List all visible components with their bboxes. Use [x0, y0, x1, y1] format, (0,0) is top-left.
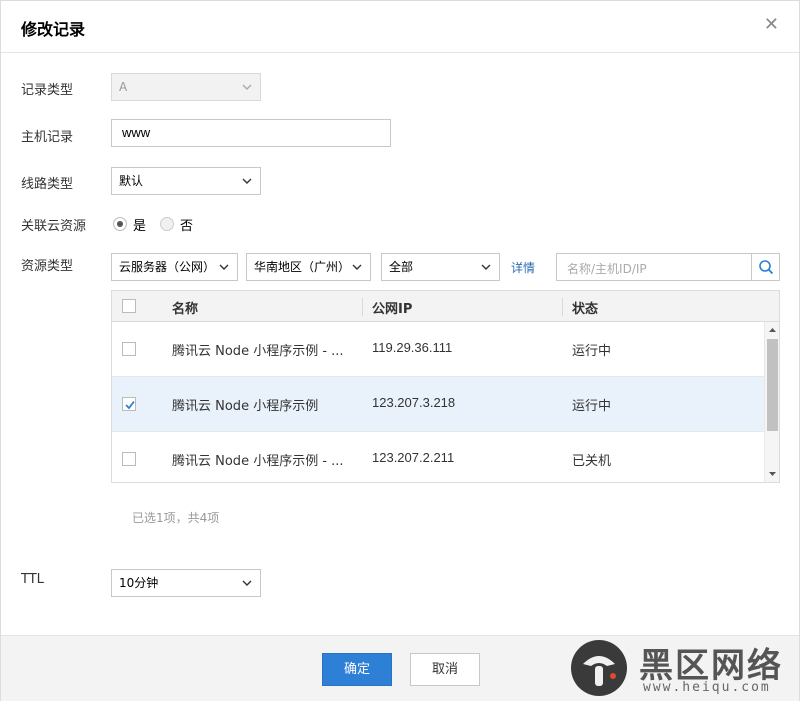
link-resource-label: 关联云资源 [21, 219, 87, 234]
record-type-value: A [119, 80, 128, 94]
resource-type-label: 资源类型 [21, 259, 74, 274]
ttl-label: TTL [21, 572, 44, 587]
row-checkbox[interactable] [122, 342, 136, 356]
header-ip: 公网IP [372, 302, 413, 317]
chevron-down-icon [481, 264, 491, 270]
check-icon [125, 400, 135, 410]
chevron-down-icon [242, 84, 252, 90]
host-record-input[interactable]: www [111, 119, 391, 147]
table-row[interactable]: 腾讯云 Node 小程序示例 - ... 119.29.36.111 运行中 [112, 322, 764, 377]
header-status: 状态 [572, 302, 599, 317]
watermark-url: www.heiqu.com [643, 680, 771, 695]
ttl-value: 10分钟 [119, 576, 159, 590]
header-divider [562, 298, 563, 316]
radio-no-label: 否 [180, 218, 194, 234]
status-filter-select[interactable]: 全部 [381, 253, 500, 281]
record-type-select[interactable]: A [111, 73, 261, 101]
row-name: 腾讯云 Node 小程序示例 [172, 399, 319, 414]
radio-no[interactable]: 否 [160, 215, 193, 234]
region-value: 华南地区（广州） [254, 260, 351, 274]
cancel-button[interactable]: 取消 [410, 653, 480, 686]
row-name: 腾讯云 Node 小程序示例 - ... [172, 344, 344, 359]
close-icon[interactable]: ✕ [764, 15, 779, 35]
watermark: 黑区网络 www.heiqu.com [567, 636, 797, 700]
service-type-value: 云服务器（公网） [119, 260, 216, 274]
chevron-down-icon [242, 580, 252, 586]
line-type-select[interactable]: 默认 [111, 167, 261, 195]
scroll-down-icon[interactable] [765, 468, 780, 480]
resource-table: 名称 公网IP 状态 腾讯云 Node 小程序示例 - ... 119.29.3… [111, 290, 780, 483]
confirm-button[interactable]: 确定 [322, 653, 392, 686]
row-status: 已关机 [572, 454, 612, 469]
row-checkbox[interactable] [122, 397, 136, 411]
table-row[interactable]: 腾讯云 Node 小程序示例 123.207.3.218 运行中 [112, 377, 764, 432]
scroll-up-icon[interactable] [765, 324, 780, 336]
status-filter-value: 全部 [389, 260, 414, 274]
search-icon [758, 260, 773, 275]
chevron-down-icon [242, 178, 252, 184]
search-placeholder: 名称/主机ID/IP [567, 262, 647, 276]
edit-record-dialog: 修改记录 ✕ 记录类型 A 主机记录 www 线路类型 默认 关联云资源 是 否… [0, 0, 800, 701]
row-status: 运行中 [572, 344, 612, 359]
row-checkbox[interactable] [122, 452, 136, 466]
line-type-label: 线路类型 [21, 177, 74, 192]
header-name: 名称 [172, 302, 199, 317]
ttl-select[interactable]: 10分钟 [111, 569, 261, 597]
table-header: 名称 公网IP 状态 [112, 291, 779, 322]
service-type-select[interactable]: 云服务器（公网） [111, 253, 238, 281]
table-scrollbar[interactable] [764, 322, 779, 482]
dialog-header: 修改记录 ✕ [1, 1, 799, 53]
chevron-down-icon [219, 264, 229, 270]
row-name: 腾讯云 Node 小程序示例 - ... [172, 454, 344, 469]
radio-yes[interactable]: 是 [113, 215, 146, 234]
region-select[interactable]: 华南地区（广州） [246, 253, 371, 281]
table-row[interactable]: 腾讯云 Node 小程序示例 - ... 123.207.2.211 已关机 [112, 432, 764, 482]
select-all-checkbox[interactable] [122, 299, 136, 313]
row-ip: 119.29.36.111 [372, 340, 453, 355]
selection-summary: 已选1项，共4项 [132, 511, 220, 525]
dialog-title: 修改记录 [21, 20, 86, 39]
header-divider [362, 298, 363, 316]
row-status: 运行中 [572, 399, 612, 414]
row-ip: 123.207.2.211 [372, 450, 455, 465]
line-type-value: 默认 [119, 174, 144, 188]
resource-search-input[interactable]: 名称/主机ID/IP [556, 253, 780, 281]
host-record-label: 主机记录 [21, 130, 74, 145]
link-resource-radio-group: 是 否 [113, 214, 207, 234]
radio-no-dot [160, 217, 175, 231]
watermark-logo-icon [571, 640, 627, 696]
radio-yes-label: 是 [133, 218, 147, 234]
radio-yes-dot [113, 217, 127, 231]
row-ip: 123.207.3.218 [372, 395, 456, 410]
detail-link[interactable]: 详情 [511, 259, 535, 276]
scroll-thumb[interactable] [767, 339, 778, 431]
record-type-label: 记录类型 [21, 83, 74, 98]
search-button[interactable] [751, 254, 779, 280]
chevron-down-icon [352, 264, 362, 270]
